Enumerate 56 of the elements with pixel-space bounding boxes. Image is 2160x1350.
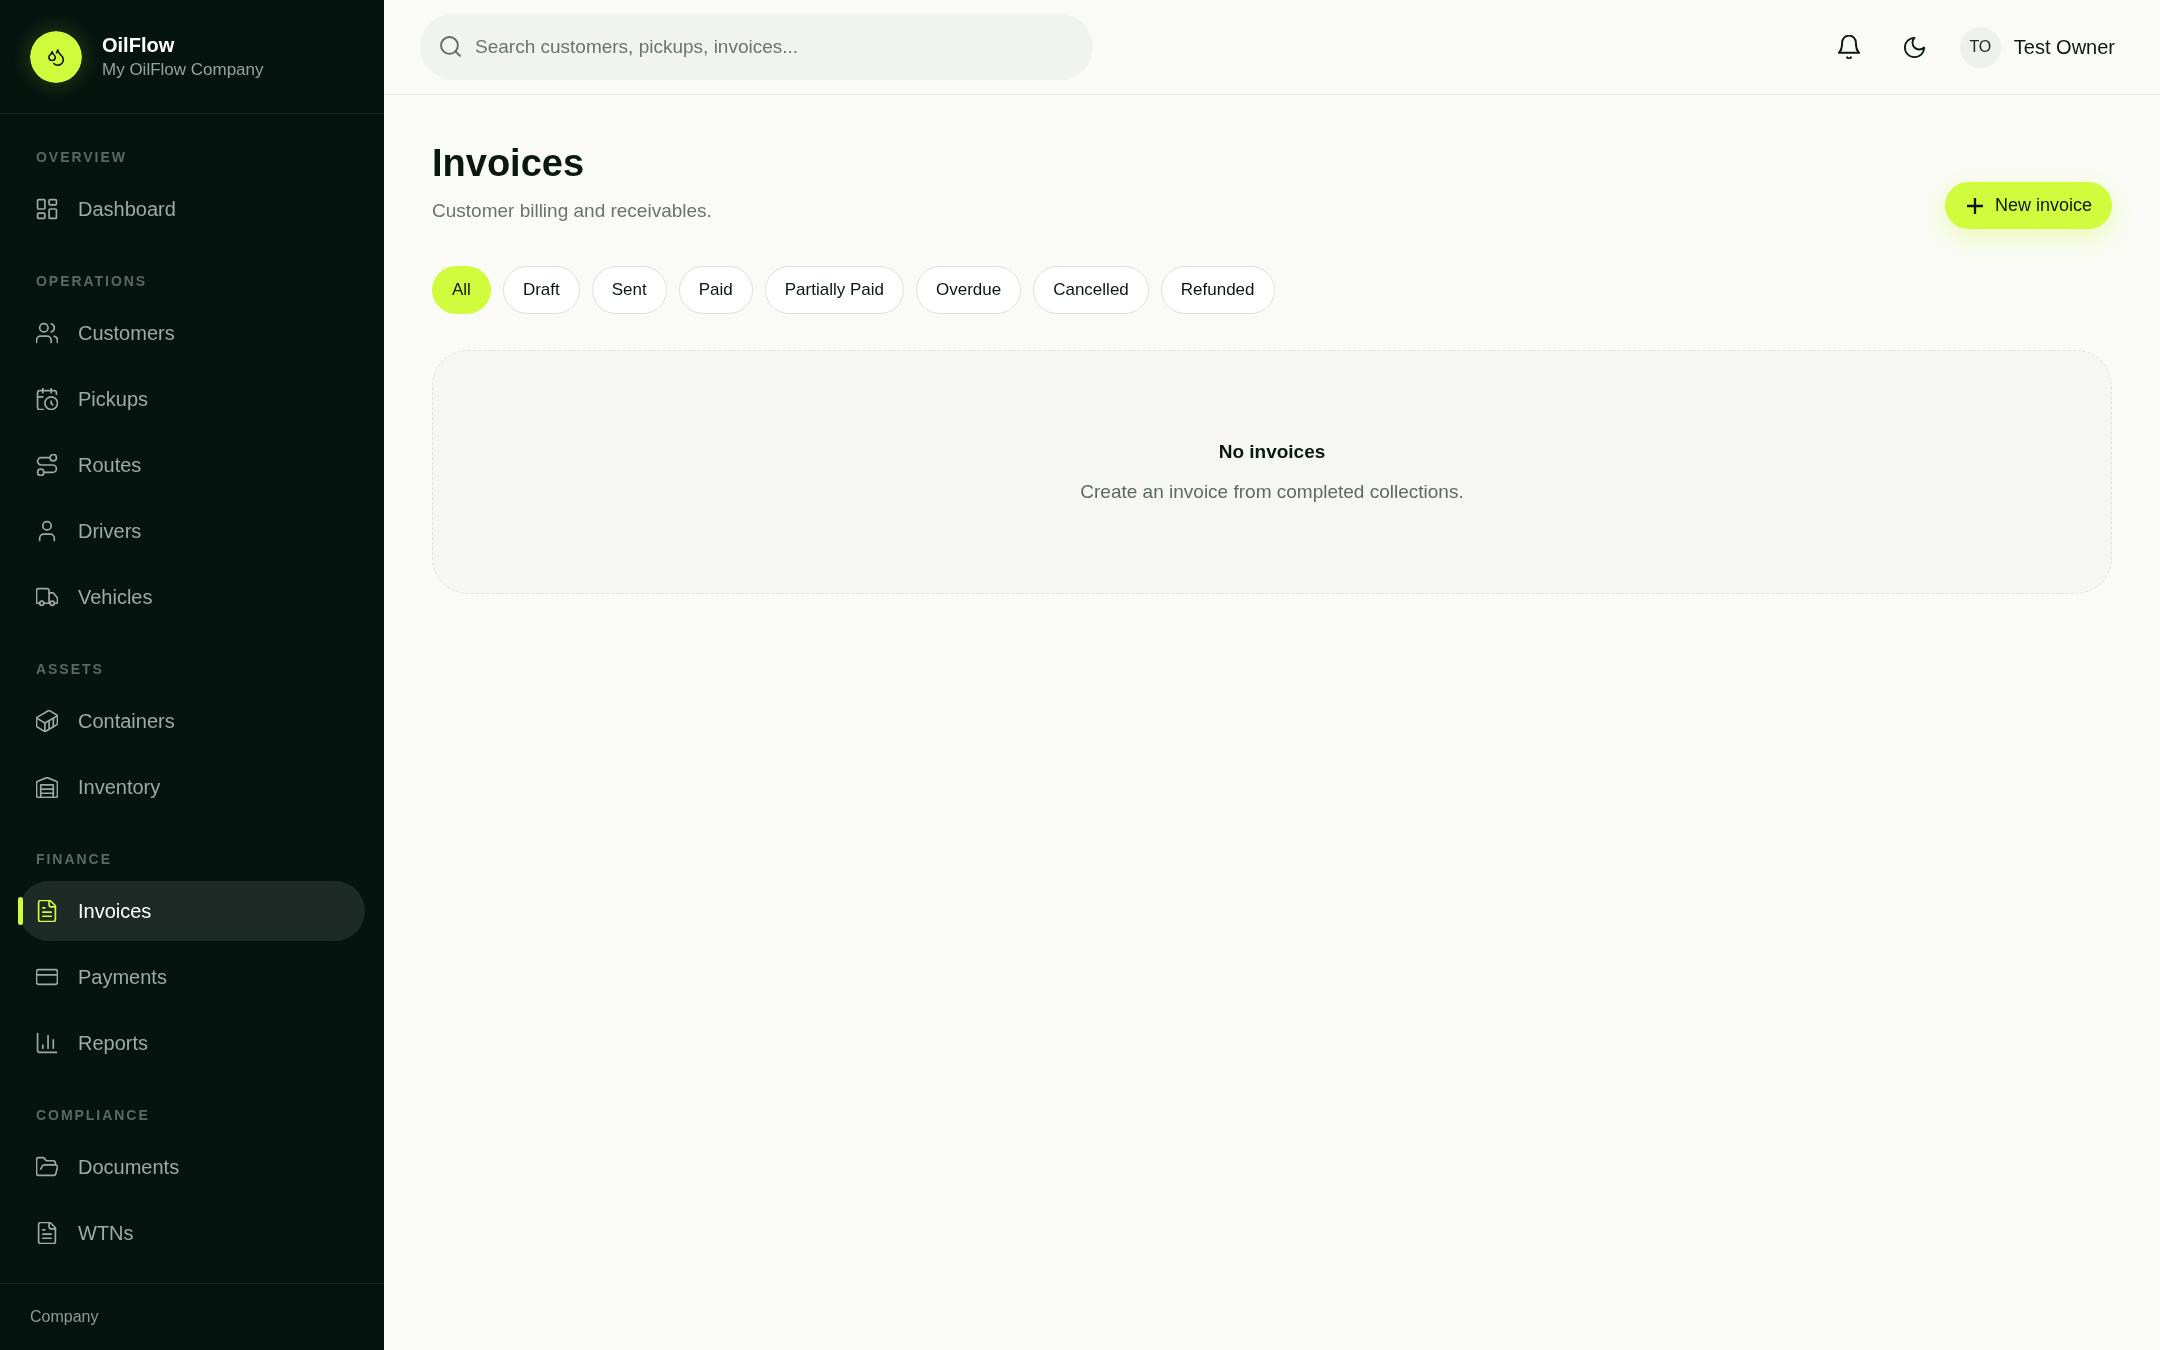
nav-item[interactable]: Dashboard [19,179,365,239]
section-label: FINANCE [35,850,113,869]
nav-item[interactable]: Routes [19,435,365,495]
nav-item[interactable]: WTNs [19,1203,365,1263]
truck-icon [36,586,58,608]
empty-state-message: Create an invoice from completed collections. [1080,480,1464,504]
search-field[interactable]: Search customers, pickups, invoices... [420,14,1093,80]
users-icon [36,322,58,344]
plus-icon [1966,197,1983,214]
document-icon [36,900,58,922]
nav-item[interactable]: Customers [19,303,365,363]
route-icon [36,454,58,476]
nav-item[interactable]: Inventory [19,757,365,817]
nav-item[interactable]: Invoices [19,881,365,941]
page-subtitle: Customer billing and receivables. [432,199,712,223]
credit-card-icon [36,966,58,988]
nav-item[interactable]: Containers [19,691,365,751]
nav-item[interactable]: Pickups [19,369,365,429]
new-invoice-button[interactable]: New invoice [1944,182,2112,229]
section-label: OVERVIEW [35,148,128,167]
folder-icon [36,1156,58,1178]
filter-chip[interactable]: Sent [591,266,667,314]
user-avatar[interactable]: TO [1959,26,2001,68]
filter-chip[interactable]: Partially Paid [764,266,904,314]
droplets-icon [30,30,82,83]
filter-chip[interactable]: Paid [678,266,753,314]
search-icon [440,36,461,57]
user-icon [36,520,58,542]
active-indicator [18,897,23,925]
document-icon [36,1222,58,1244]
filter-chip[interactable]: All [432,266,491,314]
moon-icon[interactable] [1903,36,1925,58]
section-label: OPERATIONS [35,272,149,291]
bar-chart-icon [36,1032,58,1054]
filter-chip[interactable]: Refunded [1160,266,1275,314]
nav-item[interactable]: Drivers [19,501,365,561]
empty-state-title: No invoices [1218,440,1326,464]
user-name[interactable]: Test Owner [2013,32,2115,62]
box-icon [36,710,58,732]
page-title: Invoices [432,141,586,186]
filter-chip[interactable]: Cancelled [1033,266,1149,314]
sidebar-footer-label: Company [30,1307,99,1327]
nav-item[interactable]: Reports [19,1013,365,1073]
section-label: ASSETS [35,660,105,679]
filter-chip[interactable]: Draft [502,266,580,314]
section-label: COMPLIANCE [35,1106,151,1125]
company-name: My OilFlow Company [102,58,264,81]
nav-item[interactable]: Documents [19,1137,365,1197]
nav-item[interactable]: Payments [19,947,365,1007]
brand-name: OilFlow [102,32,176,58]
bell-icon[interactable] [1837,35,1860,59]
filter-chip[interactable]: Overdue [916,266,1022,314]
warehouse-icon [36,776,58,798]
grid-icon [36,198,58,220]
calendar-clock-icon [36,388,58,410]
nav-item[interactable]: Vehicles [19,567,365,627]
